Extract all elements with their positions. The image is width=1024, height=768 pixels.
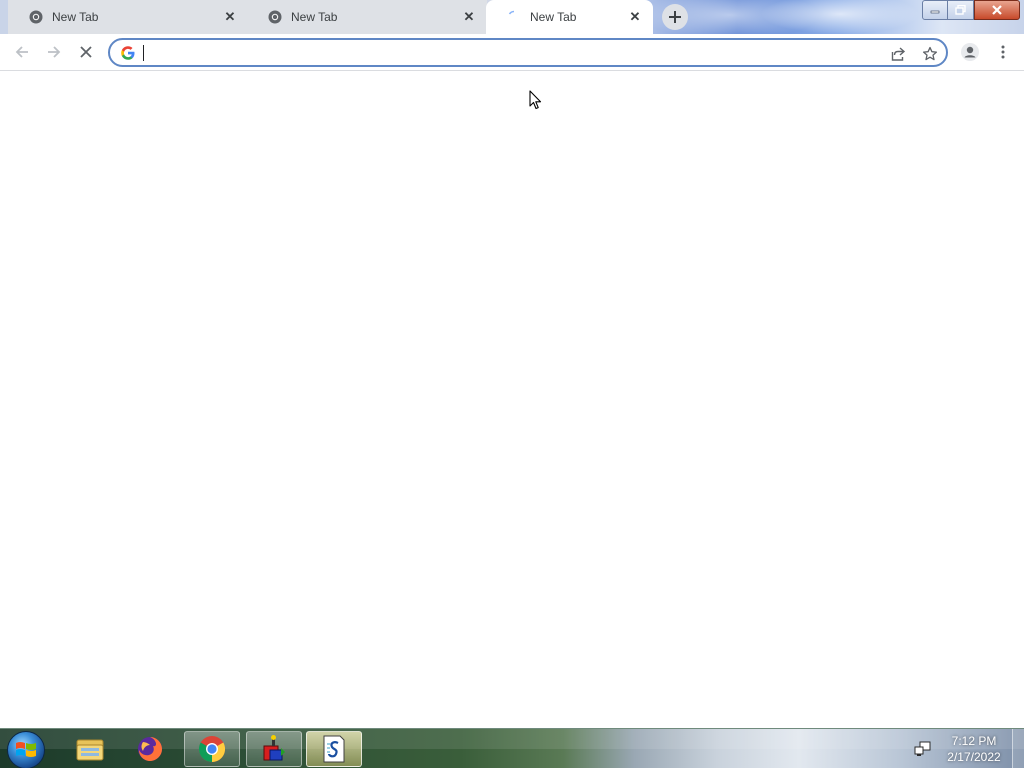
tab-title: New Tab — [291, 10, 338, 24]
app-installer-icon — [263, 735, 285, 761]
stop-loading-icon — [80, 46, 92, 58]
firefox-taskbar-button[interactable] — [122, 731, 178, 767]
back-button[interactable] — [7, 37, 37, 67]
title-bar: New Tab ✕ New Tab ✕ New Tab ✕ — [0, 0, 1024, 34]
system-clock[interactable]: 7:12 PM 2/17/2022 — [938, 733, 1010, 765]
star-icon[interactable] — [920, 44, 940, 64]
window-close-button[interactable] — [974, 0, 1020, 20]
browser-toolbar — [0, 34, 1024, 71]
tab-title: New Tab — [52, 10, 99, 24]
chrome-favicon-icon — [267, 9, 283, 25]
tab-1[interactable]: New Tab ✕ — [8, 0, 248, 34]
show-desktop-button[interactable] — [1012, 729, 1024, 768]
stop-button[interactable] — [71, 37, 101, 67]
clock-date: 2/17/2022 — [947, 750, 1001, 764]
firefox-icon — [138, 737, 162, 761]
chrome-favicon-icon — [28, 9, 44, 25]
script-editor-taskbar-button[interactable] — [306, 731, 362, 767]
profile-avatar-icon — [961, 43, 979, 61]
network-tray-icon[interactable] — [914, 741, 932, 757]
address-input[interactable] — [142, 43, 872, 63]
text-caret — [143, 45, 144, 61]
plus-icon — [669, 11, 681, 23]
taskbar: 7:12 PM 2/17/2022 — [0, 728, 1024, 768]
minimize-button[interactable] — [922, 0, 948, 20]
wallpaper-cloud — [760, 0, 920, 34]
new-tab-button[interactable] — [662, 4, 688, 30]
loading-spinner-icon — [506, 9, 522, 25]
windows-logo-icon — [16, 742, 36, 757]
menu-button[interactable] — [988, 37, 1018, 67]
forward-arrow-icon — [48, 46, 61, 58]
script-editor-icon — [323, 735, 345, 763]
tab-2[interactable]: New Tab ✕ — [247, 0, 487, 34]
installer-taskbar-button[interactable] — [246, 731, 302, 767]
minimize-icon — [930, 10, 940, 14]
kebab-menu-icon — [1001, 45, 1005, 59]
file-explorer-icon — [76, 739, 104, 761]
restore-button[interactable] — [948, 0, 974, 20]
tab-title: New Tab — [530, 10, 577, 24]
address-bar[interactable] — [108, 38, 948, 67]
back-arrow-icon — [15, 46, 28, 58]
start-button[interactable] — [7, 731, 45, 768]
file-explorer-taskbar-button[interactable] — [62, 731, 118, 767]
profile-button[interactable] — [955, 37, 985, 67]
clock-time: 7:12 PM — [951, 734, 997, 748]
tab-close-icon[interactable]: ✕ — [627, 9, 643, 25]
share-icon[interactable] — [888, 44, 908, 64]
close-icon — [992, 5, 1002, 15]
mouse-pointer-icon — [529, 90, 542, 110]
chrome-taskbar-button[interactable] — [184, 731, 240, 767]
forward-button[interactable] — [39, 37, 69, 67]
tab-3-active[interactable]: New Tab ✕ — [486, 0, 653, 34]
chrome-icon — [198, 736, 226, 763]
google-g-icon — [120, 45, 136, 61]
restore-icon — [954, 5, 966, 15]
page-content[interactable] — [0, 71, 1024, 728]
tab-close-icon[interactable]: ✕ — [222, 9, 238, 25]
tab-close-icon[interactable]: ✕ — [461, 9, 477, 25]
